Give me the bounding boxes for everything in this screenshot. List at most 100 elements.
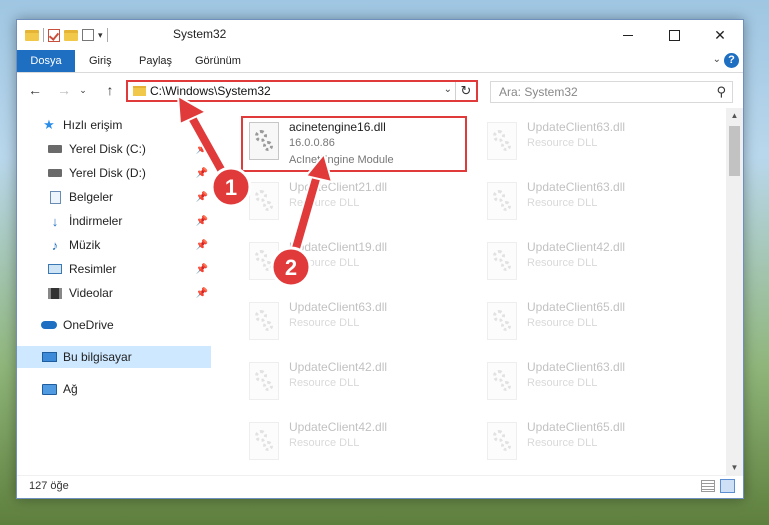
file-item[interactable]: UpdateClient19.dll Resource DLL [241, 236, 469, 290]
file-item[interactable]: UpdateClient42.dll Resource DLL [479, 236, 707, 290]
pin-icon[interactable]: 📌 [193, 288, 211, 299]
close-button[interactable]: ✕ [697, 20, 743, 50]
details-view-icon[interactable] [701, 480, 715, 492]
file-item[interactable]: UpdateClient63.dll Resource DLL [479, 356, 707, 410]
file-name: UpdateClient65.dll [527, 300, 626, 314]
file-item[interactable]: UpdateClient42.dll Resource DLL [241, 356, 469, 410]
file-item[interactable]: UpdateClient63.dll Resource DLL [241, 296, 469, 350]
star-icon: ★ [43, 117, 55, 132]
file-name: UpdateClient63.dll [289, 300, 388, 314]
sidebar-item-quick-access[interactable]: ★ Hızlı erişim [17, 114, 211, 136]
sidebar-item-onedrive[interactable]: OneDrive [17, 314, 211, 336]
file-list: acinetengine16.dll 16.0.0.86 AcInetEngin… [213, 108, 725, 476]
video-icon [47, 286, 63, 300]
file-name: UpdateClient21.dll [289, 180, 388, 194]
pin-icon[interactable]: 📌 [193, 144, 211, 155]
minimize-button[interactable] [605, 20, 651, 50]
scroll-up-icon[interactable]: ▲ [726, 108, 743, 124]
pin-icon[interactable]: 📌 [193, 264, 211, 275]
forward-button[interactable]: → [54, 81, 74, 99]
search-box[interactable]: Ara: System32 ⚲ [490, 81, 733, 103]
sidebar-item-network[interactable]: Ağ [17, 378, 211, 400]
dll-file-icon [249, 242, 279, 280]
status-bar: 127 öğe [17, 475, 743, 498]
file-description: Resource DLL [289, 317, 360, 329]
scroll-thumb[interactable] [729, 126, 740, 176]
tab-home[interactable]: Giriş [79, 50, 122, 72]
dll-file-icon [487, 302, 517, 340]
sidebar-item-local-disk-c[interactable]: Yerel Disk (C:) 📌 [17, 138, 211, 160]
new-folder-icon[interactable] [64, 29, 78, 41]
dll-file-icon [487, 182, 517, 220]
sidebar-item-pictures[interactable]: Resimler 📌 [17, 258, 211, 280]
address-path[interactable]: C:\Windows\System32 [150, 84, 271, 98]
file-name: UpdateClient65.dll [527, 420, 626, 434]
tab-file[interactable]: Dosya [17, 50, 75, 72]
tab-share[interactable]: Paylaş [129, 50, 182, 72]
file-description: Resource DLL [527, 317, 598, 329]
properties-icon[interactable] [82, 29, 94, 41]
file-name: UpdateClient63.dll [527, 120, 626, 134]
checkmark-icon[interactable] [48, 28, 60, 42]
file-description: Resource DLL [289, 437, 360, 449]
pin-icon[interactable]: 📌 [193, 216, 211, 227]
sidebar-item-videos[interactable]: Videolar 📌 [17, 282, 211, 304]
file-item[interactable]: UpdateClient21.dll Resource DLL [241, 176, 469, 230]
up-button[interactable]: ↑ [101, 81, 119, 99]
back-button[interactable]: ← [25, 81, 45, 99]
tab-view[interactable]: Görünüm [185, 50, 251, 72]
explorer-window: ▾ System32 ✕ Dosya Giriş Paylaş Görünüm … [16, 19, 744, 499]
tiles-view-icon[interactable] [720, 479, 735, 493]
chevron-down-icon[interactable]: ⌄ [444, 84, 452, 95]
refresh-button[interactable]: ↻ [455, 82, 476, 100]
search-icon[interactable]: ⚲ [716, 84, 726, 100]
file-item[interactable]: UpdateClient63.dll Resource DLL [479, 116, 707, 170]
address-bar[interactable]: C:\Windows\System32 ⌄ ↻ [126, 80, 478, 102]
folder-icon [25, 29, 39, 41]
music-icon: ♪ [51, 237, 59, 253]
network-icon [41, 382, 57, 396]
quick-access-toolbar: ▾ [25, 26, 108, 44]
file-description: Resource DLL [527, 197, 598, 209]
dll-file-icon [249, 302, 279, 340]
help-icon[interactable]: ? [724, 53, 739, 68]
chevron-down-icon[interactable]: ▾ [98, 30, 103, 41]
file-name: UpdateClient42.dll [289, 420, 388, 434]
file-item[interactable]: UpdateClient42.dll Resource DLL [241, 416, 469, 470]
minimize-icon [623, 34, 633, 36]
scroll-down-icon[interactable]: ▼ [726, 460, 743, 476]
document-icon [47, 190, 63, 204]
maximize-button[interactable] [651, 20, 697, 50]
recent-locations-button[interactable]: ⌄ [77, 81, 89, 99]
pin-icon[interactable]: 📌 [193, 192, 211, 203]
file-name: UpdateClient42.dll [527, 240, 626, 254]
file-version: 16.0.0.86 [289, 137, 335, 149]
download-icon: ↓ [51, 213, 59, 229]
dll-file-icon [249, 422, 279, 460]
file-description: AcInetEngine Module [289, 154, 394, 166]
search-placeholder[interactable]: Ara: System32 [499, 85, 578, 99]
sidebar-item-documents[interactable]: Belgeler 📌 [17, 186, 211, 208]
file-item[interactable]: UpdateClient63.dll Resource DLL [479, 176, 707, 230]
sidebar-item-this-pc[interactable]: Bu bilgisayar [17, 346, 211, 368]
item-count: 127 öğe [29, 480, 69, 492]
file-description: Resource DLL [289, 257, 360, 269]
sidebar-item-local-disk-d[interactable]: Yerel Disk (D:) 📌 [17, 162, 211, 184]
file-item[interactable]: UpdateClient65.dll Resource DLL [479, 416, 707, 470]
dll-file-icon [487, 362, 517, 400]
maximize-icon [668, 29, 680, 41]
sidebar-item-music[interactable]: ♪ Müzik 📌 [17, 234, 211, 256]
vertical-scrollbar[interactable]: ▲ ▼ [726, 108, 743, 476]
toolbar-divider [43, 28, 44, 42]
pin-icon[interactable]: 📌 [193, 168, 211, 179]
sidebar-item-downloads[interactable]: ↓ İndirmeler 📌 [17, 210, 211, 232]
dll-file-icon [249, 122, 279, 160]
navigation-bar: ← → ⌄ ↑ C:\Windows\System32 ⌄ ↻ Ara: Sys… [17, 73, 743, 107]
file-description: Resource DLL [527, 137, 598, 149]
dll-file-icon [487, 242, 517, 280]
expand-ribbon-icon[interactable]: ⌄ [713, 54, 721, 65]
file-name: UpdateClient63.dll [527, 360, 626, 374]
pin-icon[interactable]: 📌 [193, 240, 211, 251]
file-item-acinetengine16[interactable]: acinetengine16.dll 16.0.0.86 AcInetEngin… [241, 116, 469, 172]
file-item[interactable]: UpdateClient65.dll Resource DLL [479, 296, 707, 350]
